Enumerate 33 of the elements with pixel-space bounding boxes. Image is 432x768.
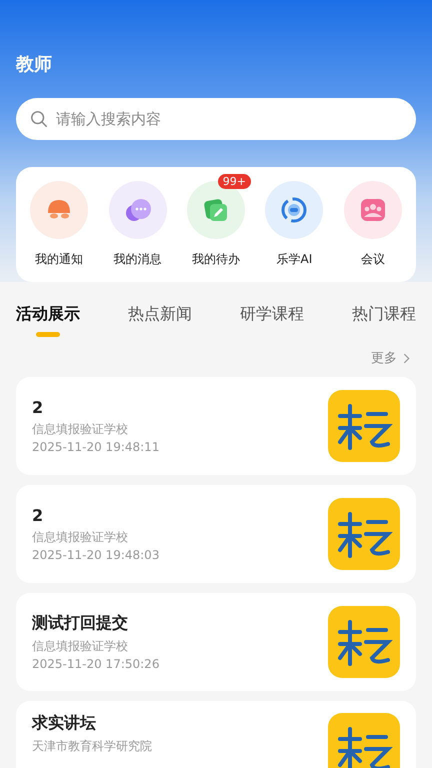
organization-text: 信息填报验证学校 <box>32 421 129 438</box>
logo-icon <box>328 498 400 570</box>
tab[interactable]: 热门课程 <box>352 304 416 337</box>
shortcut-item[interactable]: 99+ 我的待办 <box>178 173 254 268</box>
shortcut-item[interactable]: 乐学AI <box>256 173 332 268</box>
activity-title: 测试打回提交 <box>32 613 129 634</box>
organization-text: 信息填报验证学校 <box>32 529 129 546</box>
chevron-icon <box>403 352 410 364</box>
logo-icon <box>328 713 400 768</box>
ring-icon <box>279 195 310 225</box>
activity-card[interactable]: 2 信息填报验证学校 2025-11-20 19:48:11 <box>16 377 416 475</box>
activity-card[interactable]: 测试打回提交 信息填报验证学校 2025-11-20 17:50:26 <box>16 593 416 691</box>
activity-card[interactable]: 2 信息填报验证学校 2025-11-20 19:48:03 <box>16 485 416 583</box>
activity-title: 求实讲坛 <box>32 713 97 734</box>
organization-text: 信息填报验证学校 <box>32 638 129 655</box>
tab[interactable]: 研学课程 <box>240 304 304 337</box>
count-badge: 99+ <box>218 174 251 189</box>
logo-icon <box>328 390 400 462</box>
activity-title: 2 <box>32 398 44 417</box>
date-time-text: 2025-11-20 19:48:11 <box>32 440 160 454</box>
shortcut-item[interactable]: 我的通知 <box>21 173 98 268</box>
tab[interactable]: 热点新闻 <box>128 304 192 337</box>
shortcut-item[interactable]: 我的消息 <box>100 173 176 268</box>
shortcut-item[interactable]: 会议 <box>334 173 411 268</box>
date-time-text: 2025-11-20 17:50:26 <box>32 657 160 671</box>
organization-text: 天津市教育科学研究院 <box>32 738 152 755</box>
logo-icon <box>328 606 400 678</box>
page-title: 教师 <box>16 53 53 77</box>
date-time-text: 2025-11-20 19:48:03 <box>32 548 160 562</box>
activity-title: 2 <box>32 506 44 525</box>
activity-card[interactable]: 求实讲坛 天津市教育科学研究院 <box>16 701 416 768</box>
tab[interactable]: 活动展示 <box>16 304 80 337</box>
search-field[interactable]: 请输入搜索内容 <box>16 98 416 140</box>
